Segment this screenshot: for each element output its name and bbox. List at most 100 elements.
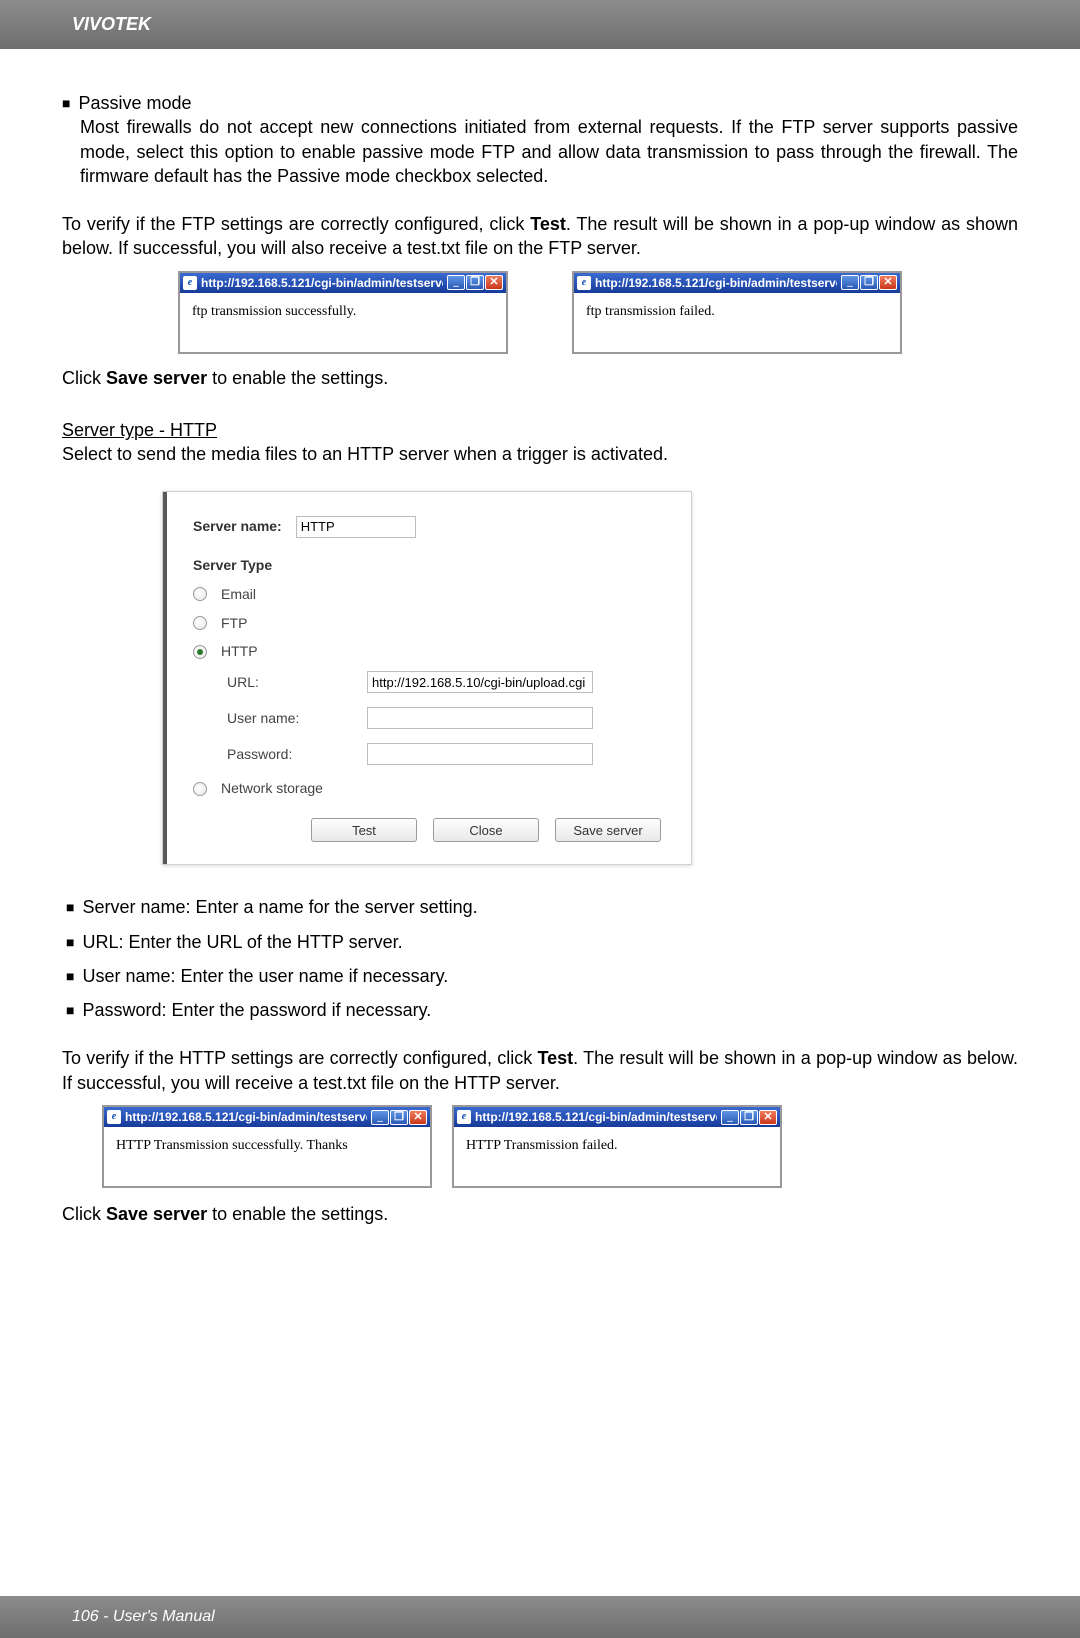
radio-email[interactable] xyxy=(193,587,207,601)
ie-icon: e xyxy=(107,1110,121,1124)
save-b: Save server xyxy=(106,1204,207,1224)
radio-email-label: Email xyxy=(221,585,256,604)
server-name-row: Server name: xyxy=(193,516,661,538)
close-button[interactable]: ✕ xyxy=(759,1110,777,1125)
server-name-label: Server name: xyxy=(193,517,282,536)
user-label: User name: xyxy=(227,709,367,728)
minimize-button[interactable]: _ xyxy=(721,1110,739,1125)
popup-title-bar: e http://192.168.5.121/cgi-bin/admin/tes… xyxy=(180,273,506,293)
passive-mode-body: Most firewalls do not accept new connect… xyxy=(62,115,1018,188)
save-c: to enable the settings. xyxy=(207,1204,388,1224)
passive-mode-title: Passive mode xyxy=(78,91,1018,115)
ftp-verify-paragraph: To verify if the FTP settings are correc… xyxy=(62,212,1018,261)
server-type-label-row: Server Type xyxy=(193,556,661,575)
popup-body: ftp transmission successfully. xyxy=(180,293,506,352)
http-popup-success: e http://192.168.5.121/cgi-bin/admin/tes… xyxy=(102,1105,432,1188)
close-button[interactable]: ✕ xyxy=(879,275,897,290)
http-intro: Select to send the media files to an HTT… xyxy=(62,442,1018,466)
save-a: Click xyxy=(62,1204,106,1224)
ftp-popup-row: e http://192.168.5.121/cgi-bin/admin/tes… xyxy=(62,271,1018,354)
save-b: Save server xyxy=(106,368,207,388)
radio-http[interactable] xyxy=(193,645,207,659)
http-verify-a: To verify if the HTTP settings are corre… xyxy=(62,1048,537,1068)
passive-mode-bullet: ■ Passive mode xyxy=(62,91,1018,115)
http-popup-fail: e http://192.168.5.121/cgi-bin/admin/tes… xyxy=(452,1105,782,1188)
ie-icon: e xyxy=(577,276,591,290)
server-type-label: Server Type xyxy=(193,556,272,575)
http-verify-paragraph: To verify if the HTTP settings are corre… xyxy=(62,1046,1018,1095)
ie-icon: e xyxy=(457,1110,471,1124)
bullet-icon: ■ xyxy=(62,91,70,115)
brand-header: VIVOTEK xyxy=(0,0,1080,49)
radio-ftp-row[interactable]: FTP xyxy=(193,614,661,633)
maximize-button[interactable]: ❐ xyxy=(466,275,484,290)
desc-server-name: ■ Server name: Enter a name for the serv… xyxy=(66,895,1018,919)
popup-title-bar: e http://192.168.5.121/cgi-bin/admin/tes… xyxy=(454,1107,780,1127)
http-config-card: Server name: Server Type Email FTP HTTP … xyxy=(162,491,692,865)
desc-user: ■ User name: Enter the user name if nece… xyxy=(66,964,1018,988)
ie-icon: e xyxy=(183,276,197,290)
close-button[interactable]: ✕ xyxy=(409,1110,427,1125)
radio-http-row[interactable]: HTTP xyxy=(193,642,661,661)
radio-http-label: HTTP xyxy=(221,642,258,661)
popup-title-text: http://192.168.5.121/cgi-bin/admin/tests… xyxy=(201,275,443,291)
close-button[interactable]: Close xyxy=(433,818,539,842)
minimize-button[interactable]: _ xyxy=(371,1110,389,1125)
server-type-http-heading: Server type - HTTP xyxy=(62,418,1018,442)
config-buttons: Test Close Save server xyxy=(193,818,661,842)
radio-email-row[interactable]: Email xyxy=(193,585,661,604)
radio-network-storage[interactable] xyxy=(193,782,207,796)
pass-row: Password: xyxy=(227,743,661,765)
popup-title-bar: e http://192.168.5.121/cgi-bin/admin/tes… xyxy=(104,1107,430,1127)
footer: 106 - User's Manual xyxy=(0,1596,1080,1638)
ftp-verify-a: To verify if the FTP settings are correc… xyxy=(62,214,530,234)
bullet-icon: ■ xyxy=(66,895,74,919)
popup-title-text: http://192.168.5.121/cgi-bin/admin/tests… xyxy=(125,1109,367,1125)
url-row: URL: xyxy=(227,671,661,693)
popup-body: HTTP Transmission failed. xyxy=(454,1127,780,1186)
save-server-line: Click Save server to enable the settings… xyxy=(62,366,1018,390)
brand-text: VIVOTEK xyxy=(72,14,151,34)
save-c: to enable the settings. xyxy=(207,368,388,388)
bullet-icon: ■ xyxy=(66,930,74,954)
user-input[interactable] xyxy=(367,707,593,729)
pass-input[interactable] xyxy=(367,743,593,765)
maximize-button[interactable]: ❐ xyxy=(390,1110,408,1125)
server-name-input[interactable] xyxy=(296,516,416,538)
desc-url: ■ URL: Enter the URL of the HTTP server. xyxy=(66,930,1018,954)
save-a: Click xyxy=(62,368,106,388)
radio-ns-row[interactable]: Network storage xyxy=(193,779,661,798)
maximize-button[interactable]: ❐ xyxy=(740,1110,758,1125)
ftp-popup-fail: e http://192.168.5.121/cgi-bin/admin/tes… xyxy=(572,271,902,354)
bullet-icon: ■ xyxy=(66,998,74,1022)
radio-ftp[interactable] xyxy=(193,616,207,630)
footer-text: 106 - User's Manual xyxy=(72,1608,215,1625)
url-input[interactable] xyxy=(367,671,593,693)
http-popup-row: e http://192.168.5.121/cgi-bin/admin/tes… xyxy=(62,1105,1018,1188)
close-button[interactable]: ✕ xyxy=(485,275,503,290)
bullet-icon: ■ xyxy=(66,964,74,988)
minimize-button[interactable]: _ xyxy=(841,275,859,290)
field-desc-list: ■ Server name: Enter a name for the serv… xyxy=(62,895,1018,1022)
pass-label: Password: xyxy=(227,745,367,764)
desc-pass: ■ Password: Enter the password if necess… xyxy=(66,998,1018,1022)
ftp-verify-test: Test xyxy=(530,214,566,234)
minimize-button[interactable]: _ xyxy=(447,275,465,290)
popup-title-text: http://192.168.5.121/cgi-bin/admin/tests… xyxy=(595,275,837,291)
http-fields: URL: User name: Password: xyxy=(193,671,661,765)
user-row: User name: xyxy=(227,707,661,729)
page-content: ■ Passive mode Most firewalls do not acc… xyxy=(0,49,1080,1296)
http-verify-test: Test xyxy=(537,1048,573,1068)
maximize-button[interactable]: ❐ xyxy=(860,275,878,290)
save-server-button[interactable]: Save server xyxy=(555,818,661,842)
radio-ftp-label: FTP xyxy=(221,614,247,633)
test-button[interactable]: Test xyxy=(311,818,417,842)
popup-title-text: http://192.168.5.121/cgi-bin/admin/tests… xyxy=(475,1109,717,1125)
popup-title-bar: e http://192.168.5.121/cgi-bin/admin/tes… xyxy=(574,273,900,293)
popup-body: HTTP Transmission successfully. Thanks xyxy=(104,1127,430,1186)
save-server-line-2: Click Save server to enable the settings… xyxy=(62,1202,1018,1226)
ftp-popup-success: e http://192.168.5.121/cgi-bin/admin/tes… xyxy=(178,271,508,354)
url-label: URL: xyxy=(227,673,367,692)
radio-ns-label: Network storage xyxy=(221,779,323,798)
popup-body: ftp transmission failed. xyxy=(574,293,900,352)
